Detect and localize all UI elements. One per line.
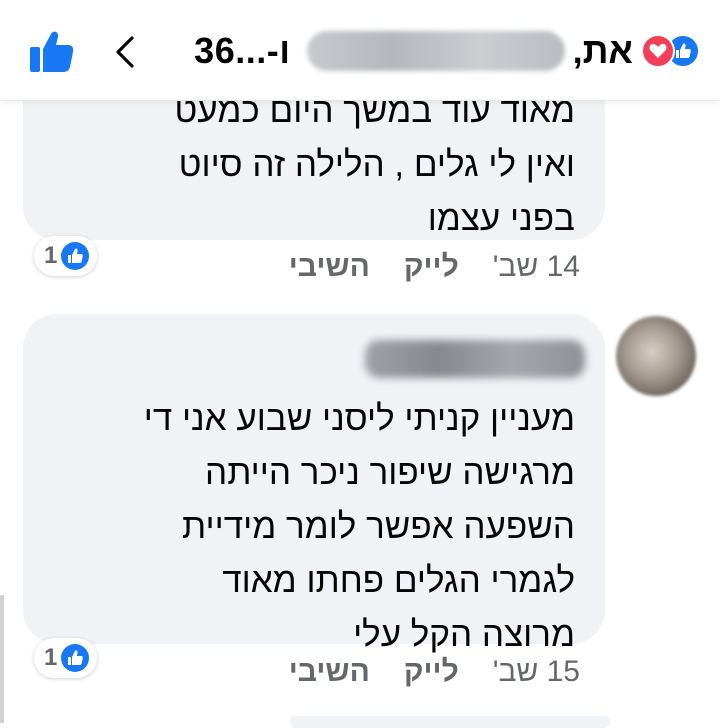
comment-meta: 14 שב' לייק השיבי xyxy=(289,250,580,284)
thumbs-up-icon[interactable] xyxy=(28,30,74,74)
blurred-user-name xyxy=(306,31,565,71)
reaction-count: 1 xyxy=(44,644,58,671)
like-reaction-icon xyxy=(61,242,90,270)
comment-timestamp: 15 שב' xyxy=(492,655,580,688)
blurred-author-name[interactable] xyxy=(365,340,585,378)
chevron-left-icon[interactable] xyxy=(112,34,136,70)
comment-bubble[interactable]: מעניין קניתי ליסני שבוע אני די מרגישה שי… xyxy=(23,314,605,654)
reply-link[interactable]: השיבי xyxy=(289,250,370,284)
avatar[interactable] xyxy=(616,316,696,396)
conversation-title[interactable]: 36...-ו את, xyxy=(194,24,700,78)
like-link[interactable]: לייק xyxy=(404,250,459,284)
reaction-count-badge[interactable]: 1 xyxy=(34,236,98,276)
reaction-count: 1 xyxy=(44,242,58,269)
comment-timestamp: 14 שב' xyxy=(492,250,580,283)
comment-meta: 15 שב' לייק השיבי xyxy=(289,655,580,689)
like-reaction-icon xyxy=(61,644,90,672)
reply-link[interactable]: השיבי xyxy=(289,655,370,689)
scroll-edge xyxy=(0,595,4,723)
heart-reaction-icon xyxy=(641,34,675,68)
conversation-header: 36...-ו את, xyxy=(0,0,720,100)
title-prefix: את, xyxy=(572,30,633,71)
reaction-count-badge[interactable]: 1 xyxy=(34,638,98,678)
title-count: 36...-ו xyxy=(194,30,291,71)
like-link[interactable]: לייק xyxy=(404,655,459,689)
next-comment-bubble-edge xyxy=(290,716,610,728)
